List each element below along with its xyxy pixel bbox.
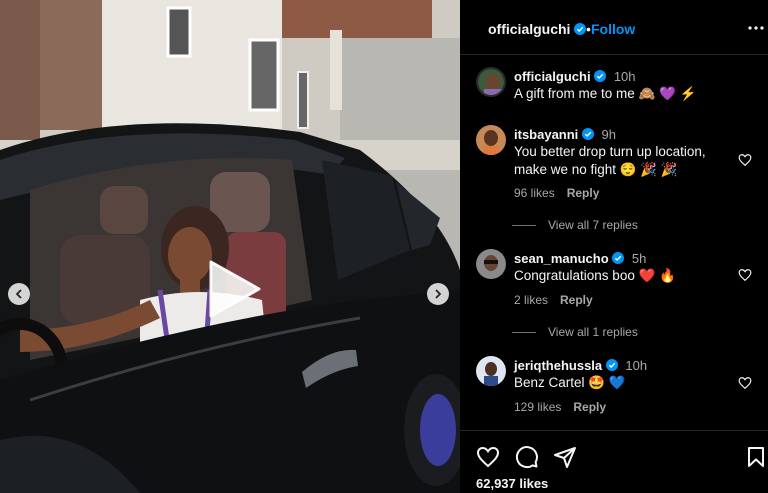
reply-button[interactable]: Reply	[567, 186, 600, 200]
header-username-text[interactable]: officialguchi	[488, 21, 570, 37]
caption-author[interactable]: officialguchi 10h	[514, 69, 636, 84]
heart-icon[interactable]	[738, 153, 752, 167]
comment-username[interactable]: jeriqthehussla 10h	[514, 358, 647, 373]
heart-icon[interactable]	[738, 268, 752, 282]
comment-time: 10h	[625, 358, 648, 373]
comment-username-text[interactable]: sean_manucho	[514, 251, 609, 266]
more-options-icon[interactable]	[748, 21, 764, 35]
post-media[interactable]	[0, 0, 460, 493]
comment-time: 9h	[601, 127, 617, 142]
reply-button[interactable]: Reply	[573, 400, 606, 414]
view-replies-label[interactable]: View all 7 replies	[548, 218, 638, 232]
commenter-avatar[interactable]	[476, 125, 506, 155]
comment-likes[interactable]: 129 likes	[514, 400, 561, 414]
verified-badge-icon	[605, 359, 618, 371]
reply-button[interactable]: Reply	[560, 293, 593, 307]
chevron-left-icon	[15, 289, 22, 299]
caption-text: A gift from me to me 🙈 💜 ⚡	[514, 86, 697, 101]
play-icon[interactable]	[201, 258, 263, 320]
divider-line	[512, 331, 536, 333]
comment-text: Congratulations boo ❤️ 🔥	[514, 268, 676, 283]
commenter-avatar[interactable]	[476, 356, 506, 386]
comment-likes[interactable]: 2 likes	[514, 293, 548, 307]
verified-badge-icon	[574, 23, 587, 35]
comment-text: Benz Cartel 🤩 💙	[514, 375, 626, 390]
commenter-avatar[interactable]	[476, 249, 506, 279]
post-details-panel: officialguchi • Follow officialguchi 10h…	[460, 0, 768, 493]
verified-badge-icon	[612, 252, 625, 264]
comment-username-text[interactable]: jeriqthehussla	[514, 358, 602, 373]
view-replies-button[interactable]: View all 1 replies	[512, 325, 638, 339]
header-username[interactable]: officialguchi	[488, 21, 587, 37]
previous-media-button[interactable]	[8, 283, 30, 305]
view-replies-button[interactable]: View all 7 replies	[512, 218, 638, 232]
post-header: officialguchi • Follow	[460, 0, 768, 55]
comment-username[interactable]: itsbayanni 9h	[514, 127, 616, 142]
comment-meta: 2 likes Reply	[514, 293, 605, 307]
next-media-button[interactable]	[427, 283, 449, 305]
bookmark-icon[interactable]	[744, 445, 768, 469]
comment-username-text[interactable]: itsbayanni	[514, 127, 578, 142]
likes-count[interactable]: 62,937 likes	[476, 476, 548, 491]
comment-time: 5h	[631, 251, 647, 266]
like-heart-icon[interactable]	[476, 445, 500, 469]
video-frame	[0, 0, 460, 493]
caption-author-text[interactable]: officialguchi	[514, 69, 591, 84]
divider-line	[512, 224, 536, 226]
verified-badge-icon	[594, 70, 607, 82]
view-replies-label[interactable]: View all 1 replies	[548, 325, 638, 339]
chevron-right-icon	[435, 289, 442, 299]
share-send-icon[interactable]	[553, 445, 577, 469]
comment-likes[interactable]: 96 likes	[514, 186, 555, 200]
comment-meta: 129 likes Reply	[514, 400, 618, 414]
comment-bubble-icon[interactable]	[515, 445, 539, 469]
verified-badge-icon	[581, 128, 594, 140]
caption-time: 10h	[613, 69, 636, 84]
follow-button[interactable]: Follow	[591, 21, 635, 37]
comment-meta: 96 likes Reply	[514, 186, 611, 200]
author-avatar[interactable]	[476, 67, 506, 97]
comment-username[interactable]: sean_manucho 5h	[514, 251, 646, 266]
heart-icon[interactable]	[738, 376, 752, 390]
comment-text: You better drop turn up location, make w…	[514, 144, 706, 177]
